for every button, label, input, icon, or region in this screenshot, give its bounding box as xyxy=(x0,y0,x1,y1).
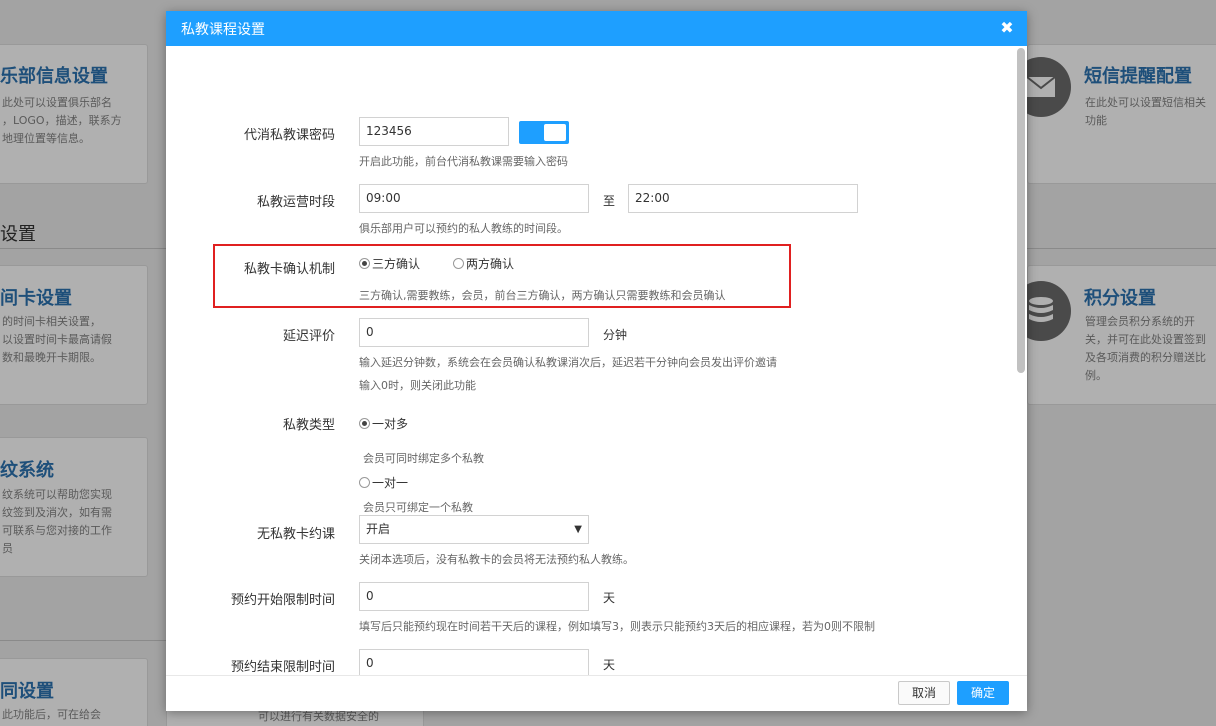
hours-hint: 俱乐部用户可以预约的私人教练的时间段。 xyxy=(359,222,568,235)
delay-hint-2: 输入0时，则关闭此功能 xyxy=(359,379,476,392)
end-limit-unit: 天 xyxy=(603,658,616,672)
close-icon[interactable]: ✖ xyxy=(999,19,1015,37)
confirm-label: 私教卡确认机制 xyxy=(243,262,335,277)
delay-hint: 输入延迟分钟数，系统会在会员确认私教课消次后，延迟若干分钟向会员发出评价邀请 xyxy=(359,356,777,369)
bg-card-desc: 纹系统可以帮助您实现 纹签到及消次，如有需 可联系与您对接的工作 员 xyxy=(2,488,112,555)
chevron-down-icon: ▼ xyxy=(574,524,582,535)
nocard-hint: 关闭本选项后，没有私教卡的会员将无法预约私人教练。 xyxy=(359,553,634,566)
start-limit-hint: 填写后只能预约现在时间若干天后的课程，例如填写3，则表示只能预约3天后的相应课程… xyxy=(359,620,875,633)
radio-dot xyxy=(453,258,464,269)
modal-header: 私教课程设置 ✖ xyxy=(166,11,1027,46)
bg-card-title: 短信提醒配置 xyxy=(1084,66,1192,87)
bg-card-desc: 的时间卡相关设置， 以设置时间卡最高请假 数和最晚开卡期限。 xyxy=(2,315,112,364)
bg-divider xyxy=(0,248,166,249)
modal-title: 私教课程设置 xyxy=(181,21,265,38)
radio-three-party[interactable]: 三方确认 xyxy=(359,255,420,272)
hours-separator: 至 xyxy=(603,194,616,208)
bg-card-title: 乐部信息设置 xyxy=(0,66,108,87)
scrollbar[interactable] xyxy=(1017,46,1025,675)
modal-body: 代消私教课密码 123456 开启此功能，前台代消私教课需要输入密码 私教运营时… xyxy=(166,46,1027,675)
radio-one-to-one[interactable]: 一对一 xyxy=(359,474,408,491)
confirm-button[interactable]: 确定 xyxy=(957,681,1009,705)
toggle-knob xyxy=(544,124,566,141)
radio-one-to-many[interactable]: 一对多 xyxy=(359,415,408,432)
radio-label: 一对多 xyxy=(372,417,409,431)
start-limit-unit: 天 xyxy=(603,591,616,605)
delay-input[interactable]: 0 xyxy=(359,318,589,347)
scroll-thumb[interactable] xyxy=(1017,48,1025,373)
radio-dot xyxy=(359,418,370,429)
radio-two-party[interactable]: 两方确认 xyxy=(453,255,514,272)
end-limit-label: 预约结束限制时间 xyxy=(230,660,335,675)
bg-divider xyxy=(1027,248,1216,249)
confirm-hint: 三方确认,需要教练，会员，前台三方确认，两方确认只需要教练和会员确认 xyxy=(359,289,726,302)
bg-section-title: 设置 xyxy=(0,224,36,245)
password-label: 代消私教课密码 xyxy=(243,128,335,143)
bg-card-title: 纹系统 xyxy=(0,460,54,481)
radio-label: 两方确认 xyxy=(466,257,515,271)
hours-end-input[interactable]: 22:00 xyxy=(628,184,858,213)
bg-divider xyxy=(0,640,166,641)
nocard-select[interactable]: 开启 ▼ xyxy=(359,515,589,544)
bg-card-desc: 在此处可以设置短信相关 功能 xyxy=(1085,96,1206,127)
start-limit-label: 预约开始限制时间 xyxy=(230,593,335,608)
radio-label: 三方确认 xyxy=(372,257,421,271)
bg-card-desc: 管理会员积分系统的开 关，并可在此处设置签到 及各项消费的积分赠送比 例。 xyxy=(1085,315,1206,382)
end-limit-input[interactable]: 0 xyxy=(359,649,589,675)
password-hint: 开启此功能，前台代消私教课需要输入密码 xyxy=(359,155,568,168)
select-value: 开启 xyxy=(366,522,391,536)
bg-card-title: 间卡设置 xyxy=(0,288,72,309)
hours-start-input[interactable]: 09:00 xyxy=(359,184,589,213)
type-label: 私教类型 xyxy=(282,418,335,433)
bg-card-title: 积分设置 xyxy=(1084,288,1156,309)
radio-dot xyxy=(359,258,370,269)
modal-footer: 取消 确定 xyxy=(166,675,1027,711)
start-limit-input[interactable]: 0 xyxy=(359,582,589,611)
bg-card-desc: 此功能后，可在给会 xyxy=(2,708,101,721)
radio-dot xyxy=(359,477,370,488)
hours-label: 私教运营时段 xyxy=(256,195,335,210)
type-hint-1: 会员可同时绑定多个私教 xyxy=(363,452,484,465)
type-hint-2: 会员只可绑定一个私教 xyxy=(363,501,473,514)
nocard-label: 无私教卡约课 xyxy=(256,527,335,542)
password-input[interactable]: 123456 xyxy=(359,117,509,146)
delay-unit: 分钟 xyxy=(603,328,628,342)
password-toggle[interactable] xyxy=(519,121,569,144)
radio-label: 一对一 xyxy=(372,476,409,490)
bg-card-desc: 此处可以设置俱乐部名 ，LOGO，描述，联系方 地理位置等信息。 xyxy=(2,96,122,145)
settings-modal: 私教课程设置 ✖ 代消私教课密码 123456 开启此功能，前台代消私教课需要输… xyxy=(166,11,1027,711)
cancel-button[interactable]: 取消 xyxy=(898,681,950,705)
delay-label: 延迟评价 xyxy=(282,329,335,344)
bg-card-title: 同设置 xyxy=(0,681,54,702)
